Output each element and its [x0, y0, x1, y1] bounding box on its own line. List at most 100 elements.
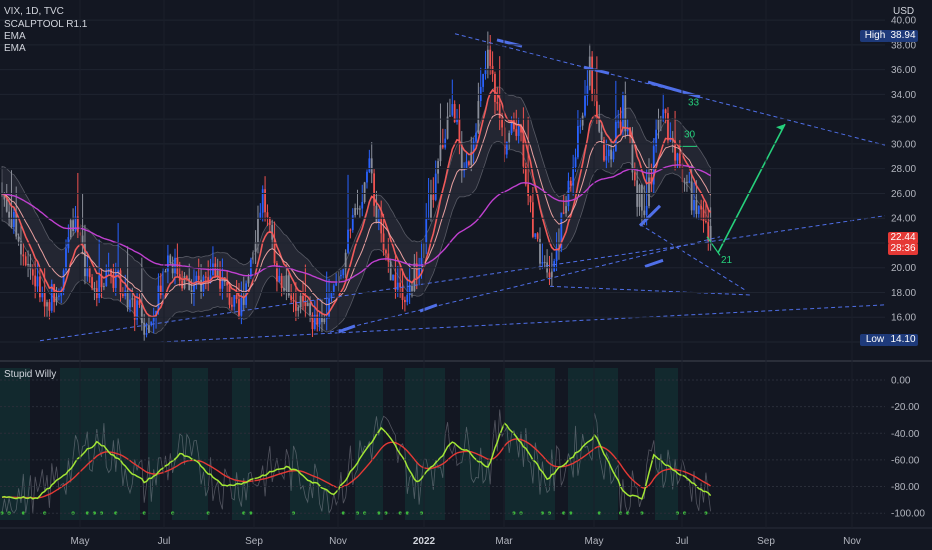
candle-body	[347, 229, 349, 253]
candle-body	[496, 102, 499, 104]
candle-body	[375, 205, 378, 224]
oscillator-title: Stupid Willy	[4, 369, 57, 380]
candle-body	[65, 248, 67, 271]
candle-body	[354, 208, 357, 216]
candle-body	[257, 218, 259, 243]
candle-body	[88, 267, 91, 278]
candle-body	[304, 301, 307, 306]
low-value: 14.10	[888, 334, 918, 346]
level-33-label: 33	[688, 98, 700, 109]
candle-body	[342, 269, 345, 275]
candle-body	[610, 149, 612, 160]
candle-body	[340, 274, 342, 277]
candle-body	[140, 304, 143, 324]
candle-body	[259, 212, 262, 219]
candle-body	[517, 126, 520, 136]
candle-body	[515, 129, 518, 136]
high-value: 38.94	[888, 30, 918, 42]
candle-body	[197, 275, 200, 280]
candle-body	[494, 73, 496, 103]
candle-body	[129, 299, 131, 308]
candle-body	[700, 205, 703, 210]
candle-body	[688, 181, 691, 183]
candle-body	[247, 276, 250, 284]
oscillator-zone-5	[290, 368, 330, 520]
candle-body	[283, 288, 285, 291]
candle-body	[55, 296, 58, 303]
candle-body	[316, 314, 319, 325]
candle-body	[392, 274, 394, 281]
osc-tick-5: -100.00	[891, 509, 925, 520]
currency-label: USD	[893, 6, 915, 17]
candle-body	[607, 149, 610, 157]
oscillator-zone-7	[405, 368, 445, 520]
candle-body	[704, 221, 707, 223]
time-label-3: Nov	[329, 536, 347, 547]
candle-body	[133, 298, 136, 320]
candle-body	[344, 252, 347, 270]
candle-body	[427, 218, 430, 220]
candle-body	[451, 104, 454, 116]
candle-body	[678, 153, 681, 164]
candle-body	[690, 181, 693, 211]
candle-body	[366, 171, 368, 183]
candle-body	[482, 74, 485, 87]
candle-body	[430, 194, 432, 219]
candle-body	[302, 295, 304, 302]
level-30-label: 30	[684, 130, 696, 141]
candle-body	[541, 262, 544, 264]
candle-body	[351, 215, 354, 230]
oscillator-zone-2	[148, 368, 160, 520]
candle-body	[686, 181, 688, 183]
candle-body	[299, 295, 302, 308]
candle-body	[529, 195, 532, 203]
high-label: High	[860, 30, 890, 42]
price-tick-12: 16.00	[891, 313, 916, 324]
candle-body	[349, 229, 352, 231]
price-tick-2: 36.00	[891, 65, 916, 76]
candle-body	[36, 276, 39, 287]
candle-body	[396, 282, 399, 290]
candle-body	[76, 216, 79, 233]
candle-body	[624, 95, 627, 132]
time-label-0: May	[71, 536, 90, 547]
candle-body	[581, 115, 584, 126]
candle-body	[394, 274, 397, 290]
candle-body	[467, 161, 470, 165]
candle-body	[306, 303, 309, 306]
candle-body	[553, 261, 556, 272]
osc-tick-1: -20.00	[891, 402, 920, 413]
candle-body	[48, 302, 51, 311]
candle-body	[72, 220, 74, 232]
price-tick-6: 28.00	[891, 164, 916, 175]
candle-body	[292, 299, 295, 302]
level-21-label: 21	[721, 255, 733, 266]
candle-body	[297, 307, 300, 311]
candle-body	[323, 318, 326, 323]
candle-body	[524, 166, 527, 185]
candle-body	[584, 95, 586, 116]
candle-body	[93, 288, 96, 290]
candle-body	[550, 271, 553, 278]
candle-body	[697, 205, 700, 214]
candle-body	[17, 236, 20, 242]
price-tick-5: 30.00	[891, 139, 916, 150]
candle-body	[264, 189, 266, 213]
candle-body	[693, 199, 695, 211]
candle-body	[667, 113, 669, 141]
candle-body	[43, 292, 46, 307]
price-tick-1: 38.00	[891, 40, 916, 51]
candle-body	[266, 212, 269, 218]
vix-chart[interactable]: 33 30 21 40.00 38.00 36.00 34.00 32.00 30.00 28.…	[0, 0, 932, 550]
candle-body	[22, 254, 25, 257]
candle-body	[434, 173, 437, 200]
candle-body	[157, 285, 160, 311]
oscillator-zone-11	[655, 368, 678, 520]
candle-body	[446, 116, 449, 139]
candle-body	[577, 126, 579, 158]
candle-body	[164, 271, 167, 273]
candle-body	[328, 298, 330, 318]
price-tick-11: 18.00	[891, 288, 916, 299]
candle-body	[475, 132, 477, 142]
candle-body	[614, 121, 617, 152]
